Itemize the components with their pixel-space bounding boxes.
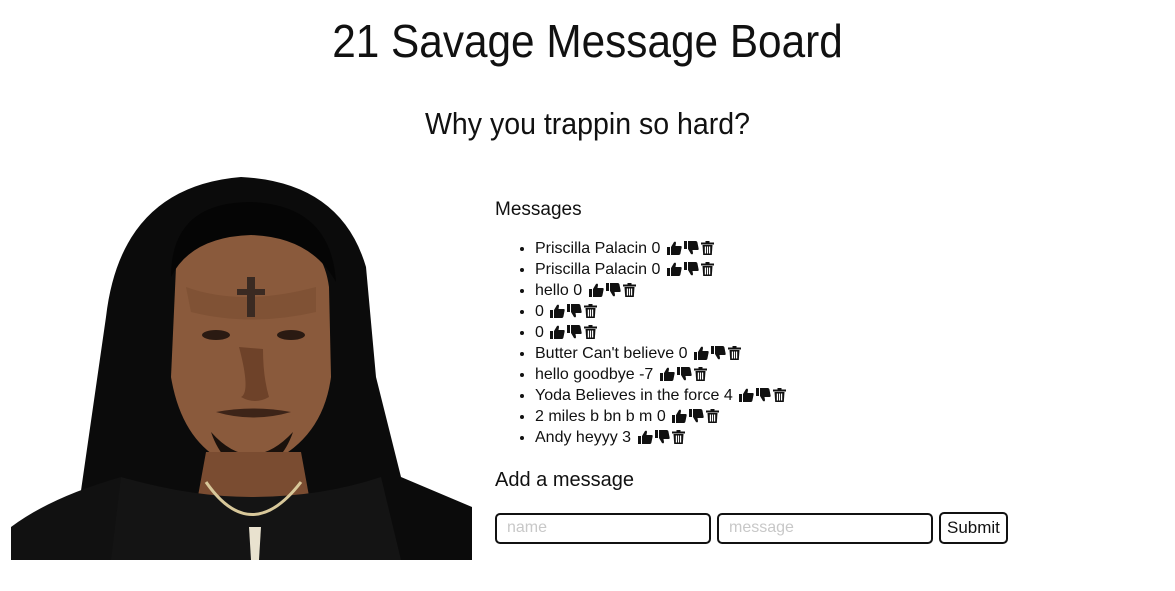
thumbs-down-icon[interactable] — [683, 262, 699, 276]
thumbs-down-icon[interactable] — [567, 304, 583, 318]
message-text: Andy heyyy 3 — [535, 429, 632, 446]
message-text: Yoda Believes in the force 4 — [535, 387, 733, 404]
thumbs-up-icon[interactable] — [739, 388, 754, 402]
thumbs-down-icon[interactable] — [676, 367, 692, 381]
trash-icon[interactable] — [584, 325, 598, 339]
thumbs-up-icon[interactable] — [672, 409, 687, 423]
message-text: Butter Can't believe 0 — [535, 345, 688, 362]
thumbs-up-icon[interactable] — [693, 346, 709, 360]
trash-icon[interactable] — [622, 283, 636, 297]
thumbs-down-icon[interactable] — [689, 409, 704, 423]
message-text: 2 miles b bn b m 0 — [535, 408, 666, 425]
message-text: Priscilla Palacin 0 — [535, 240, 661, 257]
message-input[interactable] — [717, 512, 933, 544]
trash-icon[interactable] — [700, 241, 714, 255]
message-item: Butter Can't believe 0 — [535, 343, 1095, 364]
portrait-illustration — [11, 177, 472, 560]
thumbs-up-icon[interactable] — [666, 262, 682, 276]
message-item: Yoda Believes in the force 4 — [535, 385, 1095, 406]
trash-icon[interactable] — [700, 262, 714, 276]
thumbs-up-icon[interactable] — [550, 304, 566, 318]
message-item: hello 0 — [535, 280, 1095, 301]
message-text: 0 — [535, 303, 544, 320]
message-board: Messages Priscilla Palacin 0 Priscilla P… — [495, 196, 1095, 544]
page-subtitle: Why you trappin so hard? — [425, 106, 750, 141]
message-item: Andy heyyy 3 — [535, 427, 1095, 448]
thumbs-down-icon[interactable] — [683, 241, 699, 255]
messages-heading: Messages — [495, 199, 582, 220]
artist-photo — [11, 177, 472, 560]
message-item: 0 — [535, 322, 1095, 343]
trash-icon[interactable] — [727, 346, 741, 360]
trash-icon[interactable] — [584, 304, 598, 318]
add-message-form: Submit — [495, 512, 1095, 544]
thumbs-up-icon[interactable] — [659, 367, 675, 381]
thumbs-up-icon[interactable] — [637, 430, 653, 444]
thumbs-up-icon[interactable] — [666, 241, 682, 255]
message-text: 0 — [535, 324, 544, 341]
add-message-heading: Add a message — [495, 469, 634, 491]
message-item: hello goodbye -7 — [535, 364, 1095, 385]
thumbs-down-icon[interactable] — [710, 346, 726, 360]
message-item: Priscilla Palacin 0 — [535, 238, 1095, 259]
thumbs-down-icon[interactable] — [567, 325, 583, 339]
trash-icon[interactable] — [693, 367, 707, 381]
thumbs-down-icon[interactable] — [654, 430, 670, 444]
trash-icon[interactable] — [706, 409, 720, 423]
submit-button[interactable]: Submit — [939, 512, 1008, 544]
thumbs-down-icon[interactable] — [756, 388, 771, 402]
page-title: 21 Savage Message Board — [332, 15, 843, 67]
message-item: Priscilla Palacin 0 — [535, 259, 1095, 280]
message-text: hello goodbye -7 — [535, 366, 654, 383]
trash-icon[interactable] — [671, 430, 685, 444]
message-text: Priscilla Palacin 0 — [535, 261, 661, 278]
page: 21 Savage Message Board Why you trappin … — [0, 0, 1175, 591]
thumbs-down-icon[interactable] — [605, 283, 621, 297]
message-item: 0 — [535, 301, 1095, 322]
thumbs-up-icon[interactable] — [588, 283, 604, 297]
message-list: Priscilla Palacin 0 Priscilla Palacin 0 … — [495, 238, 1095, 448]
message-text: hello 0 — [535, 282, 583, 299]
thumbs-up-icon[interactable] — [550, 325, 566, 339]
message-item: 2 miles b bn b m 0 — [535, 406, 1095, 427]
name-input[interactable] — [495, 512, 711, 544]
trash-icon[interactable] — [773, 388, 787, 402]
